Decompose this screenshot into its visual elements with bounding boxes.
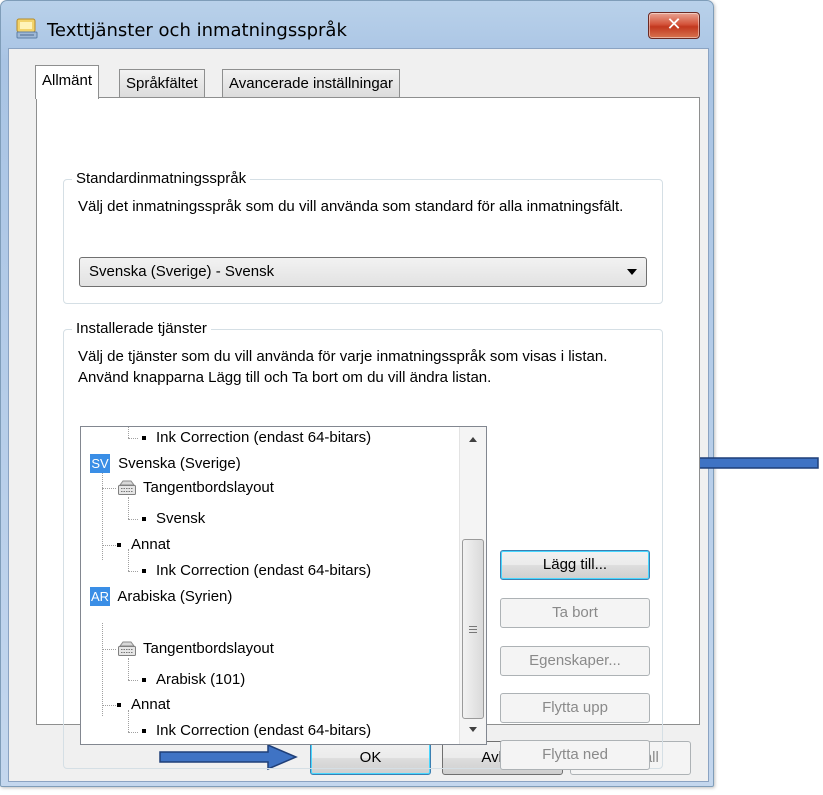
- close-button[interactable]: ✕: [648, 12, 700, 39]
- keyboard-icon: [117, 478, 137, 497]
- tab-language-bar[interactable]: Språkfältet: [119, 69, 205, 97]
- tree-item[interactable]: Svensk: [142, 509, 205, 529]
- installed-services-description: Välj de tjänster som du vill använda för…: [78, 348, 608, 386]
- default-language-description: Välj det inmatningsspråk som du vill anv…: [78, 198, 624, 215]
- scroll-up-arrow-icon[interactable]: [469, 437, 477, 442]
- move-down-button[interactable]: Flytta ned: [500, 740, 650, 770]
- tree-item[interactable]: Ink Correction (endast 64-bitars): [142, 428, 371, 448]
- dialog-window: Texttjänster och inmatningsspråk ✕ Allmä…: [0, 0, 714, 787]
- keyboard-settings-icon: [15, 16, 39, 40]
- bullet-icon: [142, 517, 146, 521]
- tree-item-language[interactable]: SV Svenska (Sverige): [90, 454, 241, 474]
- default-language-group-title: Standardinmatningsspråk: [72, 170, 251, 187]
- window-title: Texttjänster och inmatningsspråk: [47, 20, 347, 41]
- chevron-down-icon: [627, 269, 637, 275]
- tree-item[interactable]: Annat: [117, 535, 170, 555]
- dialog-client-area: Allmänt Språkfältet Avancerade inställni…: [8, 48, 709, 782]
- close-icon: ✕: [666, 14, 682, 35]
- bullet-icon: [142, 678, 146, 682]
- bullet-icon: [142, 436, 146, 440]
- tab-general[interactable]: Allmänt: [35, 65, 100, 99]
- tree-item[interactable]: Ink Correction (endast 64-bitars): [142, 721, 371, 741]
- scroll-down-arrow-icon[interactable]: [469, 727, 477, 732]
- bullet-icon: [117, 543, 121, 547]
- tree-item[interactable]: Annat: [117, 695, 170, 715]
- tab-page-general: Standardinmatningsspråk Välj det inmatni…: [36, 97, 700, 770]
- properties-button[interactable]: Egenskaper...: [500, 646, 650, 676]
- language-badge-ar: AR: [90, 587, 110, 606]
- tree-item[interactable]: Tangentbordslayout: [117, 478, 274, 498]
- move-up-button[interactable]: Flytta upp: [500, 693, 650, 723]
- scroll-thumb[interactable]: [462, 539, 484, 719]
- tree-item[interactable]: Arabisk (101): [142, 670, 245, 690]
- bullet-icon: [142, 569, 146, 573]
- keyboard-icon: [117, 639, 137, 658]
- tree-scrollbar[interactable]: [459, 427, 486, 744]
- default-language-selected: Svenska (Sverige) - Svensk: [89, 263, 275, 280]
- remove-button[interactable]: Ta bort: [500, 598, 650, 628]
- language-badge-sv: SV: [90, 454, 110, 473]
- tab-advanced-settings[interactable]: Avancerade inställningar: [222, 69, 400, 97]
- installed-services-group: Installerade tjänster Välj de tjänster s…: [63, 320, 663, 770]
- services-tree[interactable]: Ink Correction (endast 64-bitars) SV Sve…: [80, 426, 487, 745]
- default-language-group: Standardinmatningsspråk Välj det inmatni…: [63, 170, 663, 304]
- add-button[interactable]: Lägg till...: [500, 550, 650, 580]
- tree-item[interactable]: Tangentbordslayout: [117, 639, 274, 659]
- tree-item-language[interactable]: AR Arabiska (Syrien): [90, 587, 232, 607]
- bullet-icon: [142, 729, 146, 733]
- installed-services-group-title: Installerade tjänster: [72, 320, 211, 337]
- default-language-dropdown[interactable]: Svenska (Sverige) - Svensk: [79, 257, 647, 287]
- bullet-icon: [117, 703, 121, 707]
- tree-item[interactable]: Ink Correction (endast 64-bitars): [142, 561, 371, 581]
